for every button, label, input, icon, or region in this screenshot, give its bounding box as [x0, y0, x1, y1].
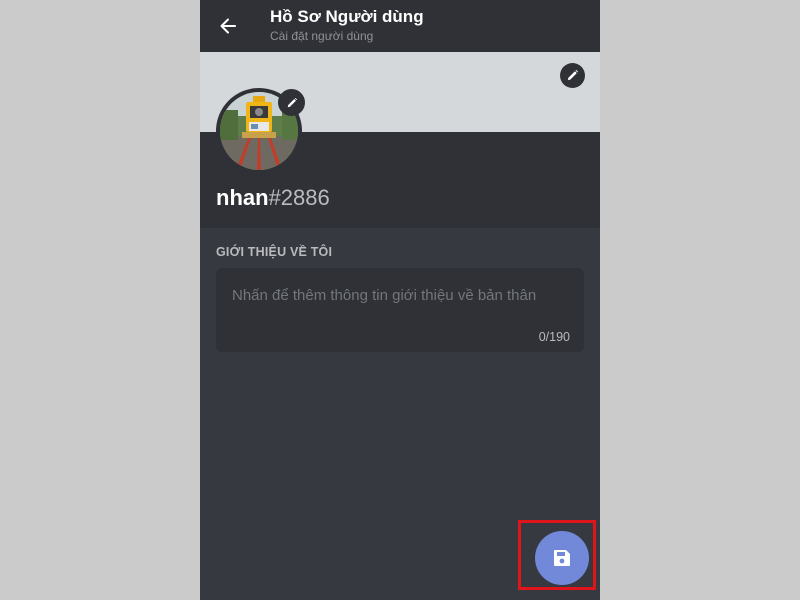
- back-button[interactable]: [214, 12, 242, 40]
- save-button[interactable]: [535, 531, 589, 585]
- username: nhan#2886: [216, 185, 330, 211]
- about-me-field[interactable]: Nhấn để thêm thông tin giới thiệu về bản…: [216, 268, 584, 352]
- arrow-left-icon: [220, 18, 236, 34]
- floppy-disk-icon: [554, 550, 570, 566]
- username-discriminator: #2886: [268, 185, 330, 210]
- username-name: nhan: [216, 185, 269, 210]
- pencil-icon: [567, 69, 579, 81]
- about-me-placeholder: Nhấn để thêm thông tin giới thiệu về bản…: [232, 287, 537, 304]
- top-bar: Hồ Sơ Người dùng Cài đặt người dùng: [200, 0, 600, 52]
- pencil-icon: [287, 97, 297, 107]
- edit-banner-button[interactable]: [560, 63, 585, 88]
- character-counter: 0/190: [538, 330, 570, 344]
- page-subtitle: Cài đặt người dùng: [270, 29, 374, 43]
- page-title: Hồ Sơ Người dùng: [270, 7, 424, 26]
- about-me-label: GIỚI THIỆU VỀ TÔI: [216, 245, 333, 259]
- profile-screen: Hồ Sơ Người dùng Cài đặt người dùng nhan…: [200, 0, 600, 600]
- edit-avatar-button[interactable]: [278, 89, 305, 116]
